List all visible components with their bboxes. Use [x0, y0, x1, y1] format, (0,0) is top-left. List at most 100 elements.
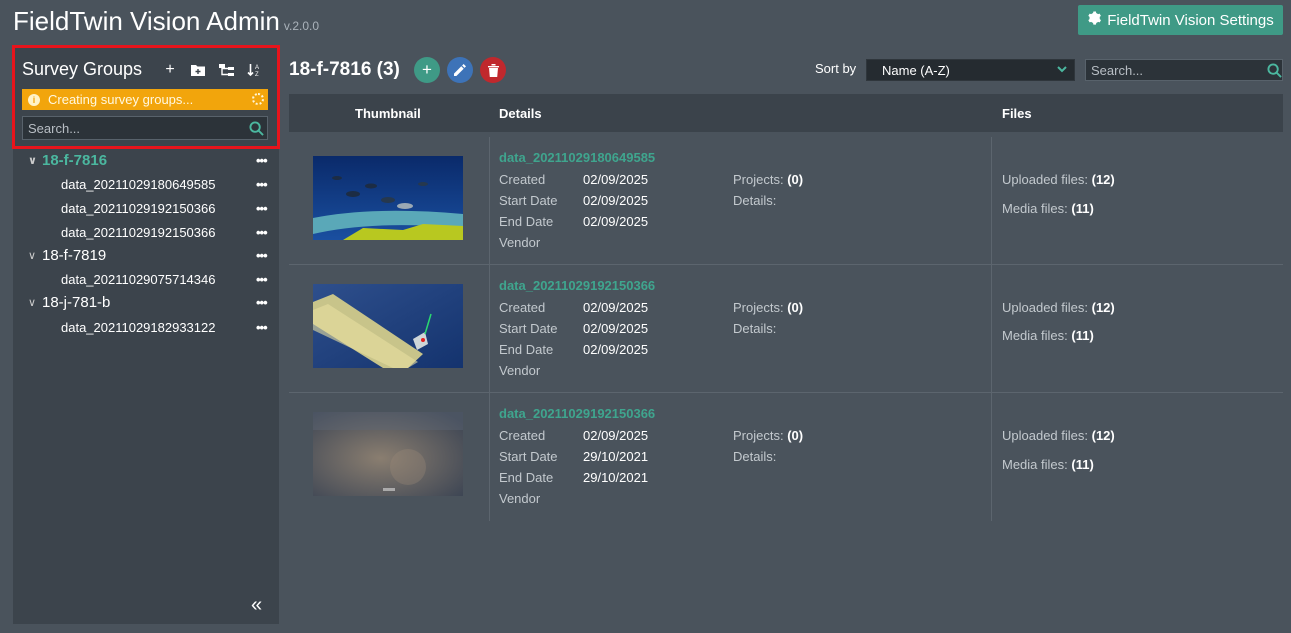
trash-icon	[487, 63, 499, 77]
projects-field: Projects: (0)	[733, 428, 803, 443]
svg-text:A: A	[255, 65, 259, 71]
group-menu-icon[interactable]: •••	[256, 295, 268, 310]
add-folder-icon[interactable]	[189, 60, 207, 80]
status-notification: i Creating survey groups...	[22, 89, 268, 110]
item-menu-icon[interactable]: •••	[256, 225, 268, 240]
media-files: Media files: (11)	[1002, 328, 1094, 343]
add-button[interactable]: +	[414, 57, 440, 83]
end-date-label: End Date	[499, 470, 554, 485]
video-thumbnail[interactable]	[313, 156, 463, 240]
app-version: v.2.0.0	[283, 19, 320, 33]
media-files: Media files: (11)	[1002, 457, 1094, 472]
item-menu-icon[interactable]: •••	[256, 320, 268, 335]
tree-item[interactable]: data_20211029180649585	[61, 174, 215, 194]
start-date-value: 02/09/2025	[583, 193, 649, 208]
collapse-sidebar-icon[interactable]: «	[251, 594, 262, 617]
created-label: Created	[499, 300, 546, 315]
tree-structure-icon[interactable]	[217, 60, 235, 80]
column-divider	[489, 393, 490, 521]
start-date-value: 02/09/2025	[583, 321, 649, 336]
column-divider	[991, 265, 992, 393]
uploaded-label: Uploaded files:	[1002, 300, 1088, 315]
app-title-text: FieldTwin Vision Admin	[13, 6, 280, 36]
video-thumbnail[interactable]	[313, 284, 463, 368]
projects-value: (0)	[787, 300, 804, 315]
chevron-down-icon: ∨	[28, 249, 37, 262]
survey-name-link[interactable]: data_20211029180649585	[499, 150, 655, 165]
search-icon[interactable]	[1267, 62, 1282, 78]
table-row[interactable]: data_20211029192150366 Created 02/09/202…	[289, 265, 1283, 393]
vendor-label: Vendor	[499, 235, 541, 250]
tree-group-label: 18-f-7816	[42, 151, 108, 169]
chevron-down-icon: ∨	[28, 154, 37, 167]
table-row[interactable]: data_20211029192150366 Created 02/09/202…	[289, 393, 1283, 521]
tree-item[interactable]: data_20211029192150366	[61, 198, 215, 218]
tree-group-18-j-781-b[interactable]: ∨ 18-j-781-b	[28, 291, 110, 313]
pencil-icon	[454, 64, 466, 76]
chevron-down-icon	[1056, 63, 1068, 78]
survey-name-link[interactable]: data_20211029192150366	[499, 406, 655, 421]
survey-name-link[interactable]: data_20211029192150366	[499, 278, 655, 293]
projects-value: (0)	[787, 428, 804, 443]
media-value: (11)	[1071, 457, 1094, 472]
created-label: Created	[499, 172, 546, 187]
column-files: Files	[1002, 106, 1032, 121]
video-thumbnail[interactable]	[313, 412, 463, 496]
group-title: 18-f-7816 (3)	[289, 59, 400, 80]
sidebar-search-input[interactable]	[23, 120, 245, 136]
main-search-input[interactable]	[1086, 62, 1267, 78]
item-menu-icon[interactable]: •••	[256, 272, 268, 287]
add-icon[interactable]: +	[161, 60, 179, 80]
search-icon[interactable]	[245, 120, 267, 136]
vendor-label: Vendor	[499, 363, 541, 378]
survey-groups-title: Survey Groups	[22, 59, 143, 79]
uploaded-files: Uploaded files: (12)	[1002, 300, 1115, 315]
item-menu-icon[interactable]: •••	[256, 177, 268, 192]
item-menu-icon[interactable]: •••	[256, 201, 268, 216]
media-label: Media files:	[1002, 328, 1068, 343]
sidebar-search	[22, 116, 268, 140]
media-files: Media files: (11)	[1002, 201, 1094, 216]
table-row[interactable]: data_20211029180649585 Created 02/09/202…	[289, 137, 1283, 265]
column-divider	[991, 393, 992, 521]
status-text: Creating survey groups...	[48, 92, 194, 107]
details-label: Details:	[733, 449, 777, 464]
uploaded-label: Uploaded files:	[1002, 172, 1088, 187]
uploaded-files: Uploaded files: (12)	[1002, 428, 1115, 443]
sort-select[interactable]: Name (A-Z)	[866, 59, 1075, 81]
uploaded-value: (12)	[1091, 300, 1115, 315]
created-value: 02/09/2025	[583, 300, 649, 315]
sort-icon[interactable]: AZ	[245, 60, 263, 80]
settings-label: FieldTwin Vision Settings	[1107, 11, 1274, 29]
uploaded-value: (12)	[1091, 428, 1115, 443]
tree-item[interactable]: data_20211029192150366	[61, 222, 215, 242]
created-label: Created	[499, 428, 546, 443]
projects-label: Projects:	[733, 428, 784, 443]
projects-label: Projects:	[733, 172, 784, 187]
tree-group-label: 18-j-781-b	[42, 293, 111, 311]
tree-group-18-f-7819[interactable]: ∨ 18-f-7819	[28, 244, 106, 266]
details-label: Details:	[733, 193, 777, 208]
end-date-label: End Date	[499, 214, 554, 229]
end-date-value: 02/09/2025	[583, 214, 649, 229]
info-icon: i	[28, 93, 40, 106]
media-label: Media files:	[1002, 457, 1068, 472]
edit-button[interactable]	[447, 57, 473, 83]
tree-group-18-f-7816[interactable]: ∨ 18-f-7816	[28, 149, 107, 171]
group-menu-icon[interactable]: •••	[256, 248, 268, 263]
tree-item[interactable]: data_20211029075714346	[61, 269, 215, 289]
plus-icon: +	[422, 60, 432, 79]
app-title: FieldTwin Vision Admin v.2.0.0	[13, 6, 319, 37]
delete-button[interactable]	[480, 57, 506, 83]
tree-item[interactable]: data_20211029182933122	[61, 317, 215, 337]
gear-icon	[1087, 11, 1102, 29]
start-date-label: Start Date	[499, 449, 558, 464]
projects-field: Projects: (0)	[733, 172, 803, 187]
sort-label: Sort by	[815, 61, 857, 76]
column-details: Details	[499, 106, 542, 121]
settings-button[interactable]: FieldTwin Vision Settings	[1078, 5, 1283, 35]
created-value: 02/09/2025	[583, 428, 649, 443]
end-date-label: End Date	[499, 342, 554, 357]
loading-spinner-icon	[252, 93, 264, 105]
group-menu-icon[interactable]: •••	[256, 153, 268, 168]
